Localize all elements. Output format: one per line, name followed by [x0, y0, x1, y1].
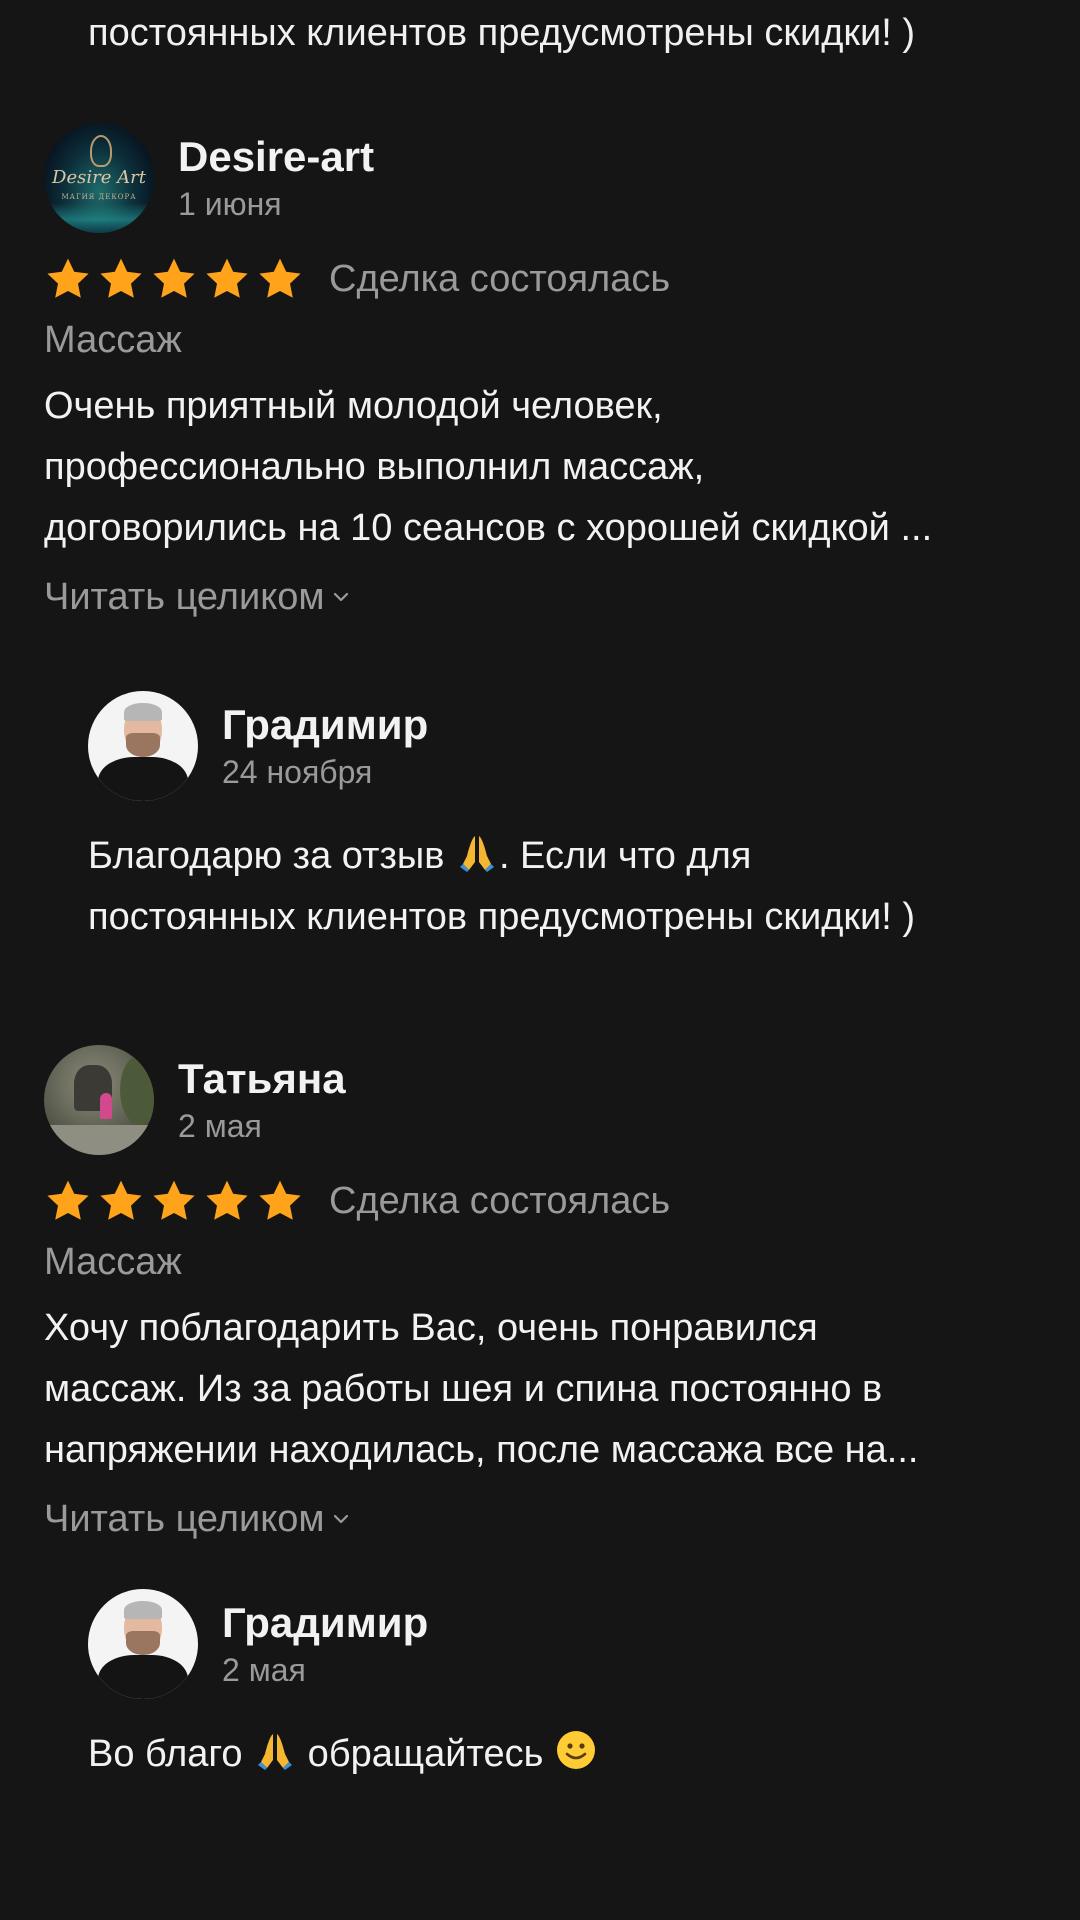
service-category: Массаж [44, 319, 182, 361]
star-icon [97, 1177, 145, 1225]
star-icon [97, 255, 145, 303]
avatar[interactable]: Desire Art МАГИЯ ДЕКОРА [44, 123, 154, 233]
avatar-body [98, 757, 188, 801]
folded-hands-emoji [455, 830, 499, 874]
reply-date: 2 мая [222, 1652, 306, 1688]
star-icon [203, 255, 251, 303]
avatar-person [100, 1093, 112, 1119]
reviews-page: постоянных клиентов предусмотрены скидки… [0, 0, 1080, 1920]
avatar[interactable] [88, 1589, 198, 1699]
star-rating [44, 1177, 309, 1225]
star-icon [256, 255, 304, 303]
avatar-ground [44, 1125, 154, 1155]
previous-reply-text: постоянных клиентов предусмотрены скидки… [88, 12, 916, 54]
star-icon [150, 1177, 198, 1225]
avatar-beard [126, 1631, 160, 1655]
reply-date: 24 ноября [222, 754, 373, 790]
review-header: Татьяна 2 мая [44, 1044, 1044, 1156]
reply-header: Градимир 24 ноября [88, 690, 1048, 802]
review-card: Desire Art МАГИЯ ДЕКОРА Desire-art 1 июн… [44, 122, 1044, 627]
logo-mark [90, 135, 112, 167]
seller-reply: Градимир 2 мая Во благо обращайтесь [88, 1588, 1048, 1785]
read-more-link[interactable]: Читать целиком [44, 567, 351, 627]
rating-row: Сделка состоялась [44, 1170, 1044, 1232]
chevron-down-icon [331, 587, 351, 607]
service-category: Массаж [44, 1241, 182, 1283]
star-icon [203, 1177, 251, 1225]
review-header: Desire Art МАГИЯ ДЕКОРА Desire-art 1 июн… [44, 122, 1044, 234]
review-author-name[interactable]: Татьяна [178, 1053, 346, 1105]
reply-author-name[interactable]: Градимир [222, 1597, 428, 1649]
star-icon [150, 255, 198, 303]
reply-text: Благодарю за отзыв . Если что для постоя… [88, 826, 1048, 948]
reply-text-part: обращайтесь [297, 1733, 554, 1775]
avatar[interactable] [44, 1045, 154, 1155]
star-rating [44, 255, 309, 303]
reply-header: Градимир 2 мая [88, 1588, 1048, 1700]
avatar-foliage [120, 1055, 154, 1125]
avatar-logo-text: Desire Art [52, 167, 146, 188]
reply-author-block: Градимир 24 ноября [222, 699, 428, 793]
avatar-beard [126, 733, 160, 757]
avatar-wave [44, 203, 154, 233]
avatar-hair [124, 703, 162, 721]
seller-reply: Градимир 24 ноября Благодарю за отзыв . … [88, 690, 1048, 948]
avatar-hair [124, 1601, 162, 1619]
reply-text-part: Во благо [88, 1733, 254, 1775]
review-card: Татьяна 2 мая Сделка состоялась Массаж Х… [44, 1044, 1044, 1549]
read-more-link[interactable]: Читать целиком [44, 1489, 351, 1549]
reply-author-name[interactable]: Градимир [222, 699, 428, 751]
reply-author-block: Градимир 2 мая [222, 1597, 428, 1691]
deal-status: Сделка состоялась [329, 1179, 671, 1222]
star-icon [256, 1177, 304, 1225]
read-more-label: Читать целиком [44, 576, 325, 618]
review-author-name[interactable]: Desire-art [178, 131, 374, 183]
review-date: 2 мая [178, 1108, 262, 1144]
deal-status: Сделка состоялась [329, 257, 671, 300]
review-author-block: Desire-art 1 июня [178, 131, 374, 225]
star-icon [44, 1177, 92, 1225]
avatar[interactable] [88, 691, 198, 801]
review-date: 1 июня [178, 186, 282, 222]
rating-row: Сделка состоялась [44, 248, 1044, 310]
star-icon [44, 255, 92, 303]
review-text: Хочу поблагодарить Вас, очень понравился… [44, 1307, 919, 1471]
avatar-logo-subtext: МАГИЯ ДЕКОРА [61, 193, 137, 201]
review-text: Очень приятный молодой человек, професси… [44, 385, 933, 549]
folded-hands-emoji [253, 1728, 297, 1772]
slightly-smiling-face-emoji [554, 1728, 598, 1772]
reply-text: Во благо обращайтесь [88, 1724, 1048, 1785]
review-author-block: Татьяна 2 мая [178, 1053, 346, 1147]
read-more-label: Читать целиком [44, 1498, 325, 1540]
chevron-down-icon [331, 1509, 351, 1529]
reply-text-part: Благодарю за отзыв [88, 835, 455, 877]
avatar-body [98, 1655, 188, 1699]
